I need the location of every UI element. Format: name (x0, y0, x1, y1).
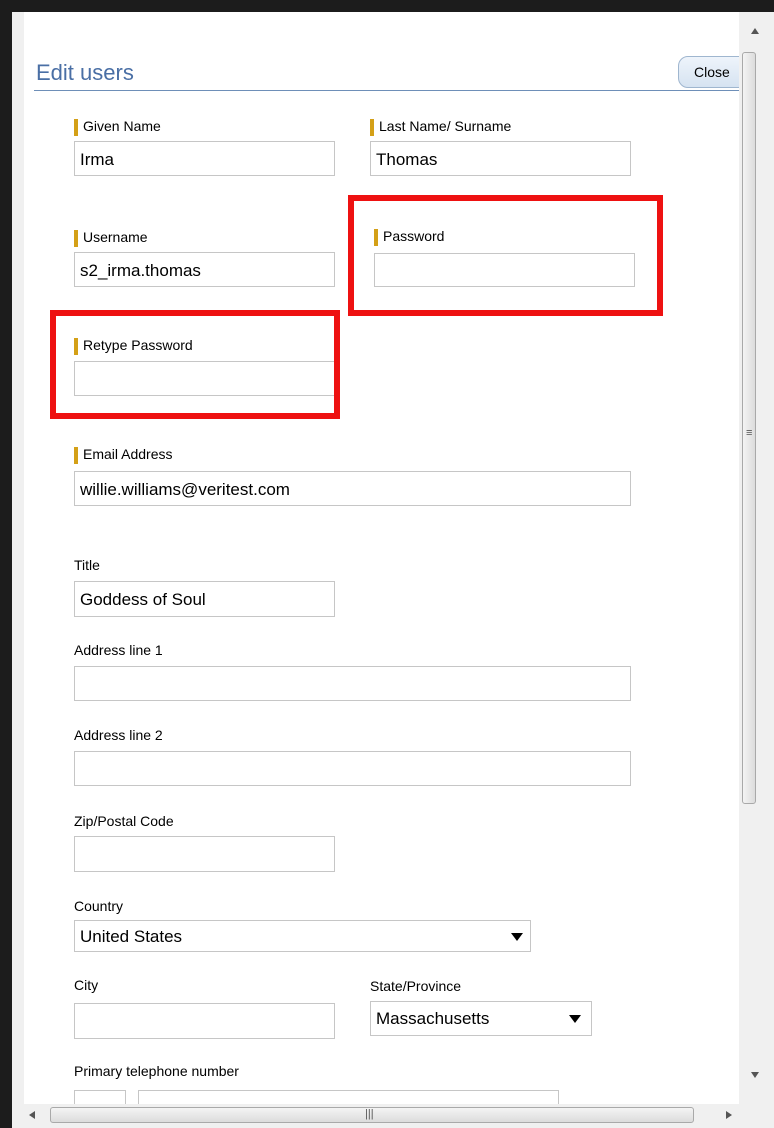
password-highlight-box (348, 195, 663, 316)
scroll-up-arrow-icon[interactable] (751, 28, 759, 34)
retype-password-highlight-box (50, 310, 340, 419)
last-name-label: Last Name/ Surname (370, 118, 511, 136)
phone-label: Primary telephone number (74, 1063, 239, 1079)
zip-code-input[interactable] (74, 836, 335, 872)
address-line-1-label: Address line 1 (74, 642, 163, 658)
username-label: Username (74, 229, 148, 247)
username-input[interactable]: s2_irma.thomas (74, 252, 335, 287)
close-button[interactable]: Close (678, 56, 742, 88)
state-select-value: Massachusetts (376, 1009, 490, 1028)
state-label: State/Province (370, 978, 462, 994)
title-input[interactable]: Goddess of Soul (74, 581, 335, 617)
grip-icon: ≡ (746, 427, 753, 439)
scrollbar-corner (739, 1104, 774, 1128)
address-line-2-label: Address line 2 (74, 727, 163, 743)
window-frame-left (0, 0, 12, 1128)
scroll-left-arrow-icon[interactable] (29, 1111, 35, 1119)
scroll-right-arrow-icon[interactable] (726, 1111, 732, 1119)
background-page-strip (12, 12, 24, 1104)
address-line-2-input[interactable] (74, 751, 631, 786)
dialog-title: Edit users (36, 60, 134, 85)
zip-code-label: Zip/Postal Code (74, 813, 174, 829)
window-frame-top (0, 0, 774, 12)
given-name-label: Given Name (74, 118, 161, 136)
city-input[interactable] (74, 1003, 335, 1039)
city-label: City (74, 977, 99, 993)
edit-users-dialog: Edit users Close Given Name Irma Last Na… (24, 12, 742, 1120)
country-label: Country (74, 898, 124, 914)
title-divider (34, 90, 739, 91)
title-label: Title (74, 557, 100, 573)
country-select[interactable]: United States (74, 920, 531, 952)
country-select-value: United States (80, 927, 183, 946)
address-line-1-input[interactable] (74, 666, 631, 701)
vertical-scrollbar[interactable]: ≡ (739, 12, 774, 1104)
email-label: Email Address (74, 446, 172, 464)
email-input[interactable]: willie.williams@veritest.com (74, 471, 631, 506)
chevron-down-icon (569, 1015, 581, 1023)
scroll-down-arrow-icon[interactable] (751, 1072, 759, 1078)
state-select[interactable]: Massachusetts (370, 1001, 592, 1036)
last-name-input[interactable]: Thomas (370, 141, 631, 176)
vertical-scroll-thumb[interactable]: ≡ (742, 52, 756, 804)
chevron-down-icon (511, 933, 523, 941)
grip-icon: ||| (365, 1108, 374, 1120)
horizontal-scrollbar[interactable]: ||| (12, 1104, 774, 1128)
horizontal-scroll-thumb[interactable]: ||| (50, 1107, 694, 1123)
given-name-input[interactable]: Irma (74, 141, 335, 176)
